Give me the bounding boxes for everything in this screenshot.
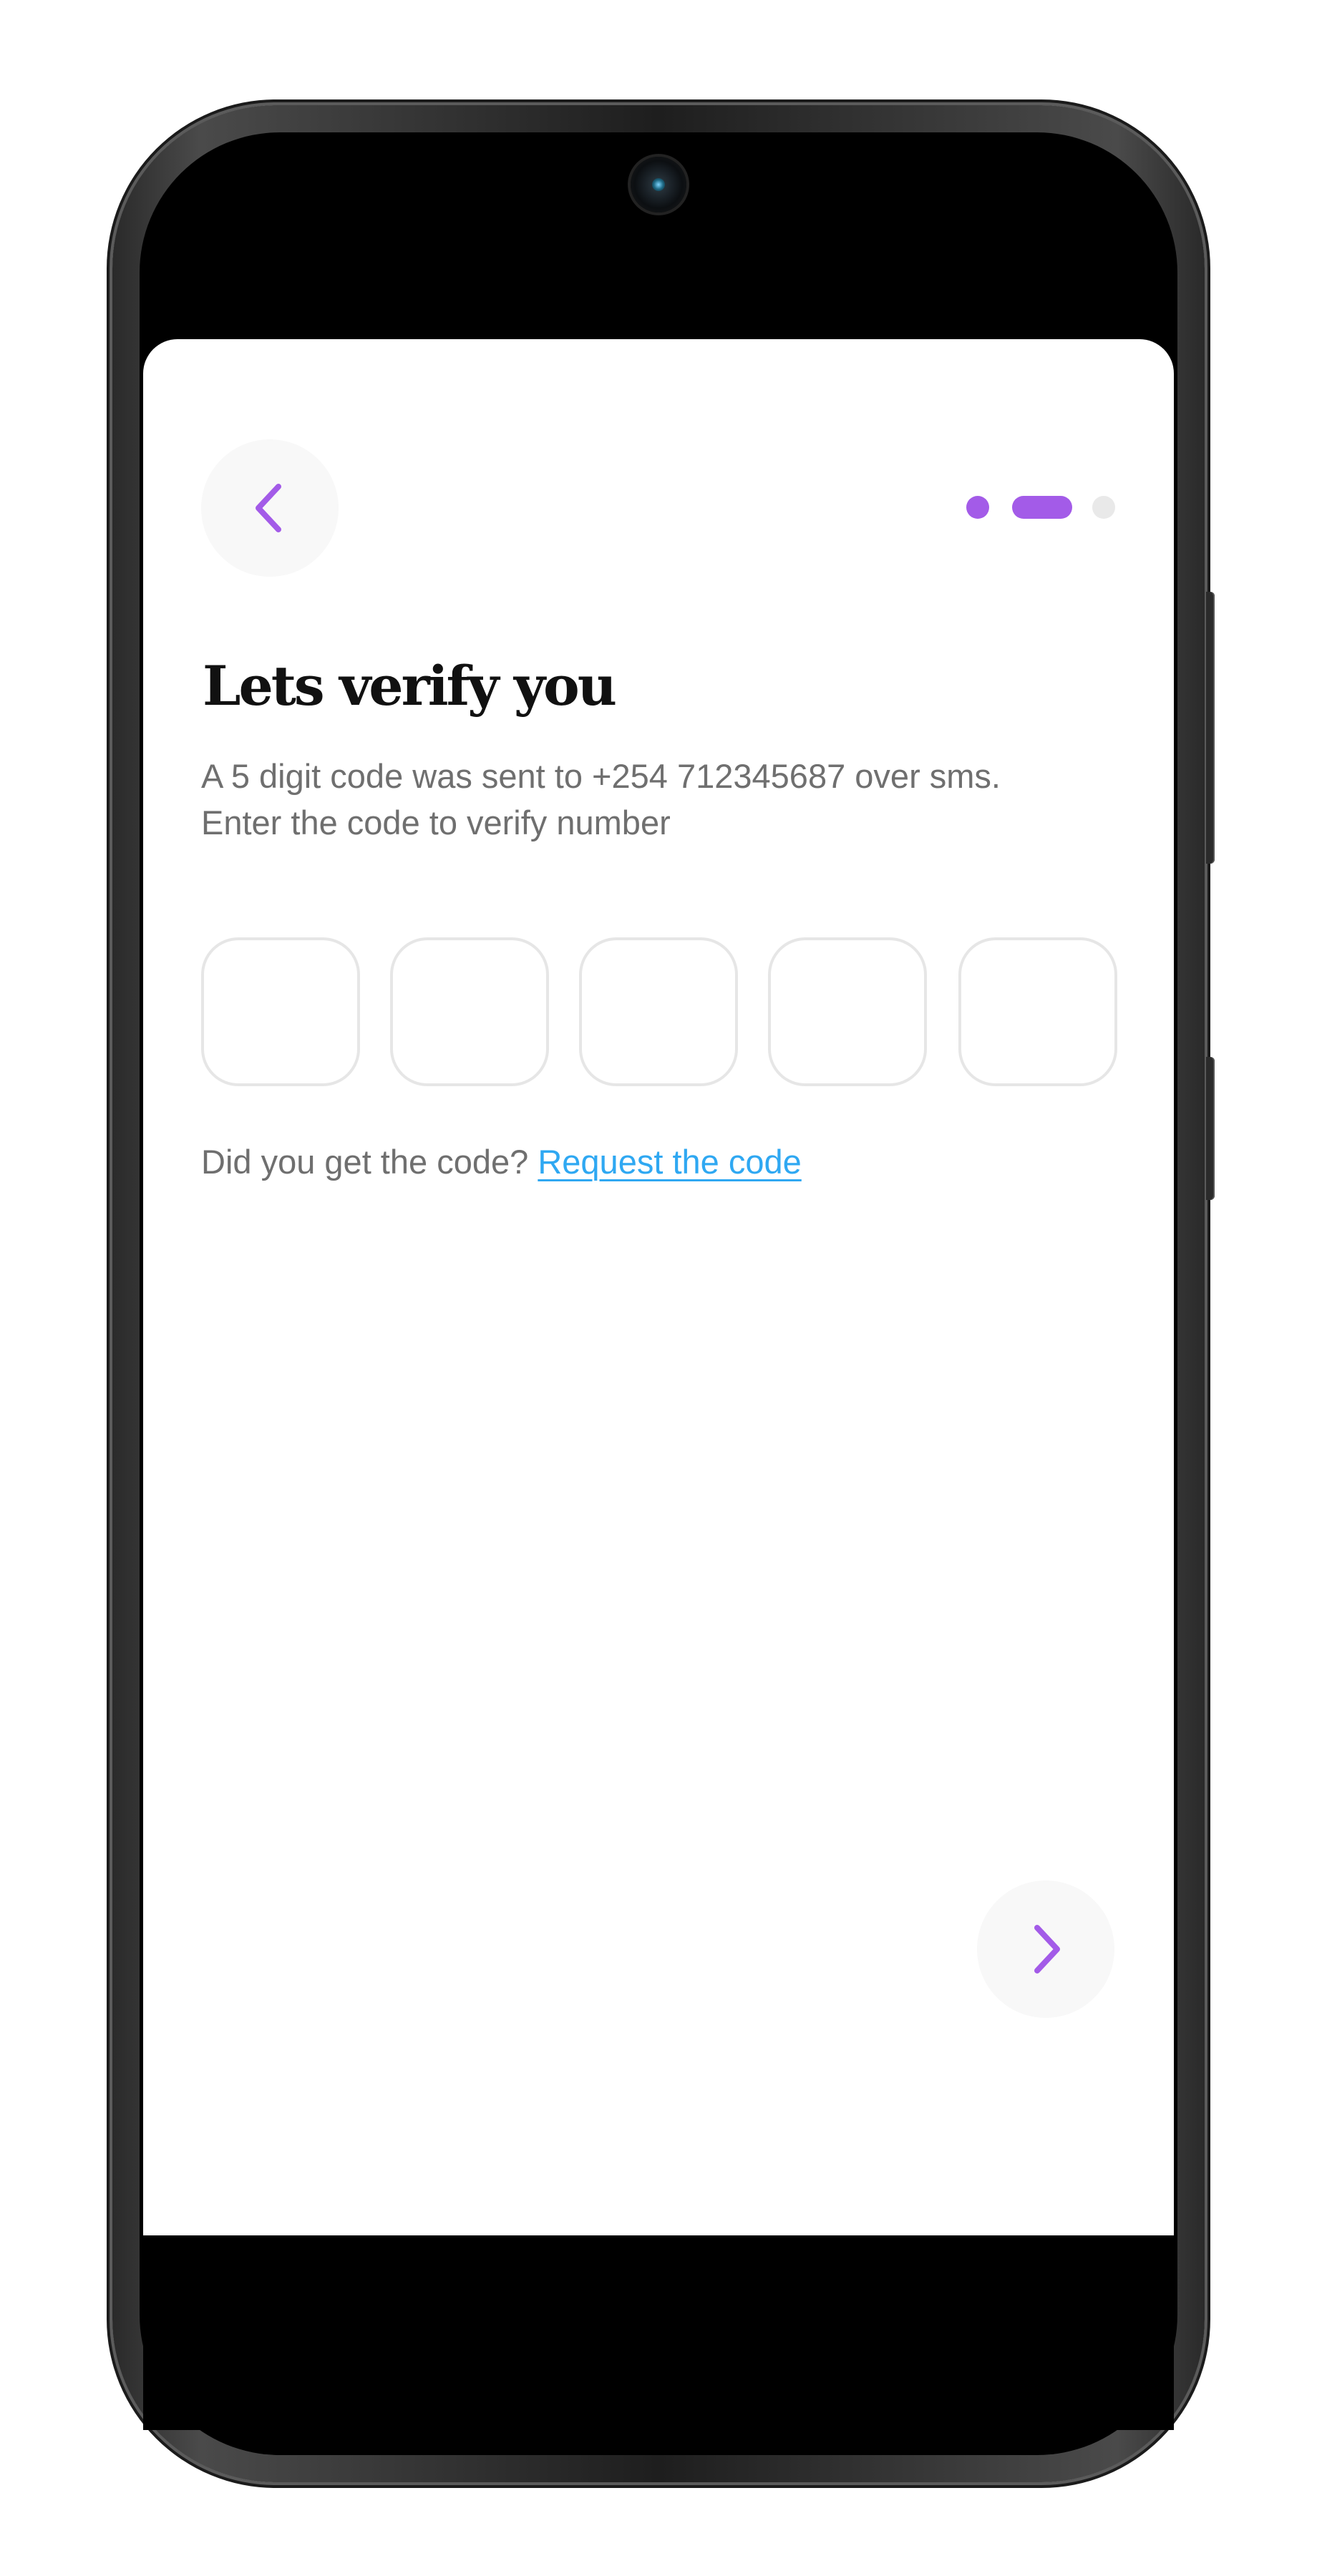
resend-row: Did you get the code? Request the code xyxy=(201,1142,802,1181)
volume-button xyxy=(1206,592,1215,864)
step-indicator xyxy=(966,494,1117,520)
description-line-2: Enter the code to verify number xyxy=(201,804,671,841)
code-digit-2-input[interactable] xyxy=(390,937,549,1086)
power-button xyxy=(1206,1057,1215,1200)
chevron-left-icon xyxy=(256,484,281,532)
screen-bottom-area xyxy=(143,2235,1174,2430)
code-input-row xyxy=(201,937,1117,1086)
code-digit-1-input[interactable] xyxy=(201,937,360,1086)
front-camera xyxy=(631,157,686,213)
code-digit-4-input[interactable] xyxy=(768,937,927,1086)
description-line-1: A 5 digit code was sent to +254 71234568… xyxy=(201,757,1001,795)
resend-prompt: Did you get the code? xyxy=(201,1143,529,1181)
next-button[interactable] xyxy=(977,1880,1114,2018)
step-dot-2 xyxy=(1012,496,1072,519)
stage: Lets verify you A 5 digit code was sent … xyxy=(0,0,1317,2576)
step-dot-1 xyxy=(966,496,989,519)
verification-description: A 5 digit code was sent to +254 71234568… xyxy=(201,753,1124,846)
request-code-link[interactable]: Request the code xyxy=(538,1143,801,1181)
code-digit-5-input[interactable] xyxy=(958,937,1117,1086)
back-button[interactable] xyxy=(201,439,339,577)
app-screen: Lets verify you A 5 digit code was sent … xyxy=(143,339,1174,2235)
code-digit-3-input[interactable] xyxy=(579,937,738,1086)
chevron-right-icon xyxy=(1034,1925,1060,1974)
step-dot-3 xyxy=(1092,496,1115,519)
page-title: Lets verify you xyxy=(203,654,617,718)
